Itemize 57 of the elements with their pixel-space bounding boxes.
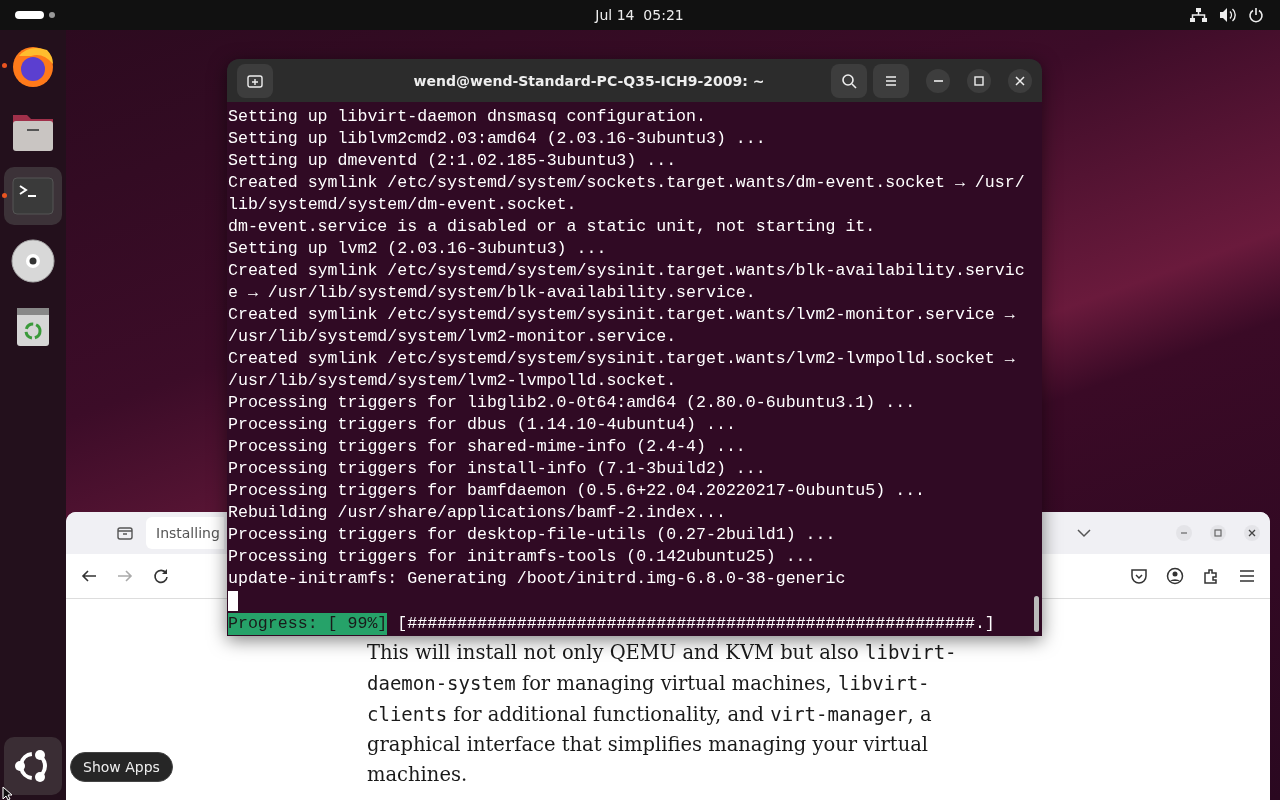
pocket-icon[interactable] [1130,567,1148,585]
terminal-line: Setting up liblvm2cmd2.03:amd64 (2.03.16-3ubuntu3) ... [228,128,767,150]
progress-label: Progress: [ 99%] [228,613,388,635]
window-title: wend@wend-Standard-PC-Q35-ICH9-2009: ~ [412,72,766,89]
search-icon [841,72,857,89]
terminal-line: /usr/lib/systemd/system/lvm2-lvmpolld.socket. [228,370,678,392]
volume-icon[interactable] [1219,7,1236,23]
maximize-button[interactable] [967,68,991,93]
tooltip-label: Show Apps [83,759,160,775]
terminal-line: Processing triggers for install-info (7.1-3build2) ... [228,458,767,480]
account-icon[interactable] [1166,567,1184,585]
workspace-indicator-icon[interactable] [15,10,55,20]
terminal-line: Processing triggers for shared-mime-info (2.4-4) ... [228,436,747,458]
maximize-icon[interactable] [1210,525,1226,541]
puzzle-icon[interactable] [1202,567,1220,585]
scrollbar-thumb[interactable] [1034,596,1039,632]
new-tab-button[interactable] [237,63,273,98]
terminal-line: Setting up lvm2 (2.03.16-3ubuntu3) ... [228,238,608,260]
terminal-line: Processing triggers for dbus (1.14.10-4ubuntu4) ... [228,414,737,436]
menu-icon[interactable] [1238,567,1256,585]
terminal-line: dm-event.service is a disabled or a static unit, not starting it. [228,216,877,238]
terminal-line: Processing triggers for bamfdaemon (0.5.6+22.04.20220217-0ubuntu5) ... [228,480,927,502]
close-button[interactable] [1008,68,1032,93]
terminal-line: e → /usr/lib/systemd/system/blk-availability.service. [228,282,757,304]
close-icon [1015,75,1025,86]
maximize-icon [974,75,984,86]
minimize-icon [933,79,943,82]
show-apps-button[interactable] [4,737,62,795]
terminal-line: update-initramfs: Generating /boot/initrd.img-6.8.0-38-generic [228,568,847,590]
terminal-line: Processing triggers for initramfs-tools (0.142ubuntu25) ... [228,546,817,568]
text-cursor [228,591,238,611]
terminal-line: Rebuilding /usr/share/applications/bamf-2.index... [228,502,727,524]
terminal-line: Created symlink /etc/systemd/system/sysinit.target.wants/blk-availability.servic [228,260,1026,282]
new-tab-icon [247,72,263,89]
tab-overview-icon[interactable] [116,524,134,542]
clock[interactable]: Jul 14 05:21 [595,7,684,23]
terminal-line: Created symlink /etc/systemd/system/sysinit.target.wants/lvm2-monitor.service → [228,304,1016,326]
mouse-pointer-icon [2,786,14,800]
terminal-line: Processing triggers for libglib2.0-0t64:amd64 (2.80.0-6ubuntu3.1) ... [228,392,917,414]
menu-button[interactable] [873,63,909,98]
terminal-line: lib/systemd/system/dm-event.socket. [228,194,578,216]
terminal-line: Created symlink /etc/systemd/system/sysinit.target.wants/lvm2-lvmpolld.socket → [228,348,1016,370]
terminal-line: Processing triggers for desktop-file-utils (0.27-2build1) ... [228,524,837,546]
reload-icon[interactable] [152,567,170,585]
power-icon[interactable] [1248,7,1264,23]
disc-icon [9,237,57,285]
close-icon[interactable] [1244,525,1260,541]
browser-tab[interactable]: Installing [146,517,224,549]
minimize-button[interactable] [926,68,950,93]
terminal-line: /usr/lib/systemd/system/lvm2-monitor.service. [228,326,678,348]
article-paragraph: This will install not only QEMU and KVM but also libvirt-daemon-system for managing virtual machines, libvirt-clients for additional functionality, and virt-manager, a graphical interface that simplifies managing your virtual machines. [367,640,958,788]
search-button[interactable] [831,63,867,98]
terminal-line: Created symlink /etc/systemd/system/sockets.target.wants/dm-event.socket → /usr/ [228,172,1026,194]
terminal-line: Setting up dmeventd (2:1.02.185-3ubuntu3) ... [228,150,678,172]
network-icon[interactable] [1190,7,1207,23]
progress-bar-text: [#########################################################.] [397,613,995,635]
terminal-line: Setting up libvirt-daemon dnsmasq configuration. [228,106,707,128]
